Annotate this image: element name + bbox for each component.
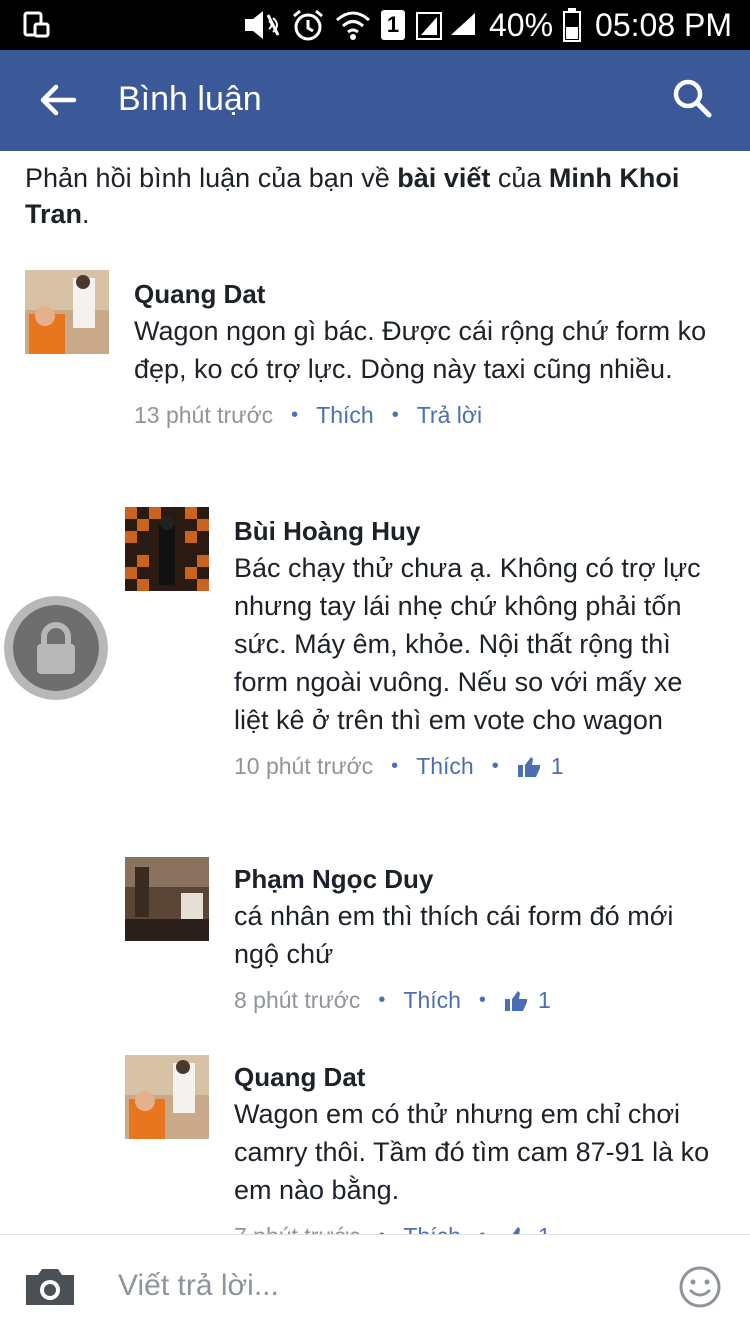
search-icon[interactable] [670,76,714,120]
comment-meta: 8 phút trước • Thích • 1 [234,987,714,1014]
comment-time: 8 phút trước [234,987,361,1013]
comment-author[interactable]: Bùi Hoàng Huy [234,515,714,547]
sim-icon: 1 [380,10,405,40]
like-button[interactable]: Thích [316,402,374,429]
avatar[interactable] [125,857,209,941]
separator-dot: • [378,989,386,1011]
like-count-value: 1 [550,753,564,779]
screen-lock-button[interactable] [4,596,108,700]
avatar[interactable] [25,270,109,354]
context-suffix: . [82,199,90,229]
reply-input[interactable]: Viết trả lời... [118,1269,279,1303]
separator-dot: • [291,404,299,426]
app-bar: Bình luận [0,50,750,151]
like-button[interactable]: Thích [416,753,474,780]
battery-icon [563,8,582,42]
like-count-value: 1 [537,987,551,1013]
like-count[interactable]: 1 [517,753,564,780]
comment-text: cá nhân em thì thích cái form đó mới ngộ… [234,901,674,969]
comment-author[interactable]: Phạm Ngọc Duy [234,863,714,895]
lock-button-inner [13,605,99,691]
comment-time: 10 phút trước [234,753,374,779]
wifi-icon [335,11,370,40]
lock-icon [37,622,75,674]
separator-dot: • [478,989,486,1011]
signal-icon [415,12,475,40]
mute-icon [244,11,280,39]
comment-text: Wagon em có thử nhưng em chỉ chơi camry … [234,1099,710,1205]
like-button[interactable]: Thích [403,987,461,1014]
comment-time: 13 phút trước [134,402,274,428]
avatar[interactable] [125,507,209,591]
comment-text: Bác chạy thử chưa ạ. Không có trợ lực nh… [234,553,701,735]
smiley-icon[interactable] [678,1265,722,1309]
thumbs-up-icon [504,990,527,1011]
clock: 05:08 PM [595,6,732,43]
comment-text: Wagon ngon gì bác. Được cái rộng chứ for… [134,316,707,384]
back-arrow-icon[interactable] [36,78,80,122]
comment-author[interactable]: Quang Dat [234,1061,714,1093]
context-prefix: Phản hồi bình luận của bạn về [25,163,398,193]
post-link[interactable]: bài viết [397,163,490,193]
separator-dot: • [491,755,499,777]
battery-percent: 40% [488,6,554,43]
reply-button[interactable]: Trả lời [417,402,482,429]
screenshot-icon [23,11,50,38]
separator-dot: • [391,404,399,426]
avatar[interactable] [125,1055,209,1139]
status-bar: 1 40% 05:08 PM [0,0,750,50]
page-title: Bình luận [118,80,262,118]
comment-meta: 10 phút trước • Thích • 1 [234,753,714,780]
camera-icon[interactable] [22,1265,78,1309]
separator-dot: • [391,755,399,777]
comment-meta: 13 phút trước • Thích • Trả lời [134,402,714,429]
alarm-icon [293,9,323,41]
context-middle: của [490,163,549,193]
thumbs-up-icon [517,756,540,777]
comment-author[interactable]: Quang Dat [134,278,714,310]
reply-context-text: Phản hồi bình luận của bạn về bài viết c… [25,160,725,232]
reply-composer: Viết trả lời... [0,1234,750,1337]
like-count[interactable]: 1 [504,987,551,1014]
